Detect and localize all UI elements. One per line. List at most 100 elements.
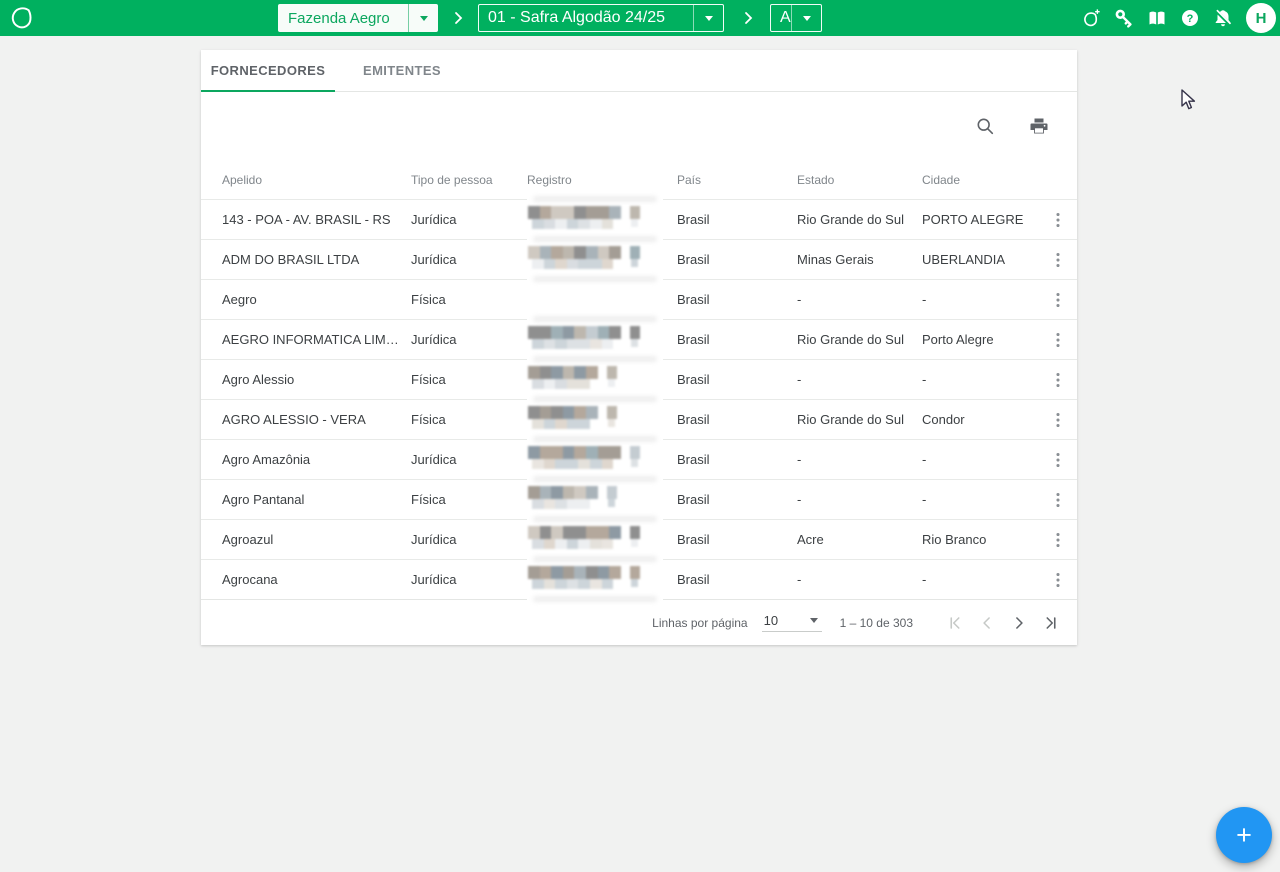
table-row[interactable]: 143 - POA - AV. BRASIL - RSJurídicaBrasi… xyxy=(201,199,1077,239)
key-icon[interactable] xyxy=(1114,8,1134,28)
cell-estado: - xyxy=(797,492,922,507)
chevron-down-icon[interactable] xyxy=(694,16,723,21)
table-row[interactable]: AEGRO INFORMATICA LIMITA…JurídicaBrasilR… xyxy=(201,319,1077,359)
cell-cidade: - xyxy=(922,572,1040,587)
row-menu-icon[interactable] xyxy=(1048,530,1068,550)
cell-tipo-de-pessoa: Jurídica xyxy=(411,452,527,467)
cell-actions xyxy=(1040,370,1076,390)
cell-tipo-de-pessoa: Jurídica xyxy=(411,212,527,227)
cell-estado: - xyxy=(797,572,922,587)
divider xyxy=(791,5,792,31)
cell-pais: Brasil xyxy=(677,412,797,427)
cell-tipo-de-pessoa: Física xyxy=(411,412,527,427)
row-menu-icon[interactable] xyxy=(1048,570,1068,590)
divider xyxy=(408,4,409,32)
row-menu-icon[interactable] xyxy=(1048,490,1068,510)
cell-tipo-de-pessoa: Jurídica xyxy=(411,252,527,267)
row-menu-icon[interactable] xyxy=(1048,330,1068,350)
aegro-logo-icon[interactable] xyxy=(8,5,34,31)
cell-apelido: Agroazul xyxy=(222,532,411,547)
cell-cidade: - xyxy=(922,292,1040,307)
table-row[interactable]: Agro AmazôniaJurídicaBrasil-- xyxy=(201,439,1077,479)
cell-cidade: Rio Branco xyxy=(922,532,1040,547)
cell-pais: Brasil xyxy=(677,212,797,227)
farm-selector-label: Fazenda Aegro xyxy=(278,10,408,27)
svg-text:?: ? xyxy=(1187,13,1194,25)
row-menu-icon[interactable] xyxy=(1048,450,1068,470)
table-row[interactable]: AgrocanaJurídicaBrasil-- xyxy=(201,559,1077,599)
table-row[interactable]: Agro PantanalFísicaBrasil-- xyxy=(201,479,1077,519)
cell-estado: Rio Grande do Sul xyxy=(797,412,922,427)
last-page-icon xyxy=(1041,613,1061,633)
cell-actions xyxy=(1040,450,1076,470)
tab-bar: FORNECEDORES EMITENTES xyxy=(201,50,1077,92)
book-icon[interactable] xyxy=(1147,8,1167,28)
next-page-button[interactable] xyxy=(1007,611,1031,635)
add-supplier-fab[interactable]: + xyxy=(1216,807,1272,863)
last-page-button[interactable] xyxy=(1039,611,1063,635)
row-menu-icon[interactable] xyxy=(1048,410,1068,430)
cell-pais: Brasil xyxy=(677,332,797,347)
cell-actions xyxy=(1040,210,1076,230)
topbar-actions: ? H xyxy=(1081,0,1276,36)
cell-actions xyxy=(1040,410,1076,430)
avatar[interactable]: H xyxy=(1246,3,1276,33)
cell-apelido: AGRO ALESSIO - VERA xyxy=(222,412,411,427)
divider xyxy=(693,5,694,31)
cell-actions xyxy=(1040,570,1076,590)
cell-pais: Brasil xyxy=(677,532,797,547)
cell-apelido: Aegro xyxy=(222,292,411,307)
notifications-off-icon[interactable] xyxy=(1213,8,1233,28)
tab-fornecedores[interactable]: FORNECEDORES xyxy=(201,50,335,91)
cell-tipo-de-pessoa: Física xyxy=(411,372,527,387)
cell-tipo-de-pessoa: Física xyxy=(411,292,527,307)
row-menu-icon[interactable] xyxy=(1048,210,1068,230)
table-row[interactable]: AgroazulJurídicaBrasilAcreRio Branco xyxy=(201,519,1077,559)
row-menu-icon[interactable] xyxy=(1048,370,1068,390)
cell-pais: Brasil xyxy=(677,572,797,587)
row-menu-icon[interactable] xyxy=(1048,290,1068,310)
season-selector[interactable]: 01 - Safra Algodão 24/25 xyxy=(478,4,724,32)
field-selector[interactable]: A xyxy=(770,4,822,32)
help-icon[interactable]: ? xyxy=(1180,8,1200,28)
table-row[interactable]: AegroFísicaBrasil-- xyxy=(201,279,1077,319)
breadcrumb-chevron-icon xyxy=(450,10,466,26)
row-menu-icon[interactable] xyxy=(1048,250,1068,270)
cell-estado: - xyxy=(797,372,922,387)
chevron-down-icon xyxy=(810,618,818,623)
season-selector-label: 01 - Safra Algodão 24/25 xyxy=(479,9,693,27)
rows-per-page-value: 10 xyxy=(764,613,778,628)
rows-per-page-select[interactable]: 10 xyxy=(762,613,822,632)
cell-tipo-de-pessoa: Jurídica xyxy=(411,332,527,347)
farm-selector[interactable]: Fazenda Aegro xyxy=(278,4,438,32)
cell-actions xyxy=(1040,530,1076,550)
rows-per-page-label: Linhas por página xyxy=(652,616,747,630)
table-toolbar xyxy=(201,92,1077,160)
pagination-bar: Linhas por página 10 1 – 10 de 303 xyxy=(201,599,1077,645)
tab-label: FORNECEDORES xyxy=(211,63,326,78)
cell-cidade: - xyxy=(922,492,1040,507)
first-page-button[interactable] xyxy=(943,611,967,635)
cell-tipo-de-pessoa: Jurídica xyxy=(411,572,527,587)
print-icon[interactable] xyxy=(1029,116,1049,136)
active-tab-underline xyxy=(201,90,335,92)
column-header-registro: Registro xyxy=(527,173,677,187)
previous-page-button[interactable] xyxy=(975,611,999,635)
search-icon[interactable] xyxy=(975,116,995,136)
table-row[interactable]: AGRO ALESSIO - VERAFísica BrasilRio Grand… xyxy=(201,399,1077,439)
plus-icon: + xyxy=(1236,820,1252,851)
chevron-down-icon[interactable] xyxy=(409,16,438,21)
suppliers-card: FORNECEDORES EMITENTES Apelido Tipo de p… xyxy=(201,50,1077,645)
top-bar: Fazenda Aegro 01 - Safra Algodão 24/25 A xyxy=(0,0,1280,36)
tab-emitentes[interactable]: EMITENTES xyxy=(335,50,469,91)
cell-apelido: Agro Amazônia xyxy=(222,452,411,467)
table-row[interactable]: Agro AlessioFísicaBrasil-- xyxy=(201,359,1077,399)
column-header-cidade: Cidade xyxy=(922,173,1040,187)
cell-pais: Brasil xyxy=(677,372,797,387)
add-account-icon[interactable] xyxy=(1081,8,1101,28)
cell-actions xyxy=(1040,250,1076,270)
table-row[interactable]: ADM DO BRASIL LTDAJurídicaBrasilMinas Ge… xyxy=(201,239,1077,279)
cell-actions xyxy=(1040,290,1076,310)
chevron-down-icon[interactable] xyxy=(792,16,821,21)
avatar-initial: H xyxy=(1256,10,1267,27)
